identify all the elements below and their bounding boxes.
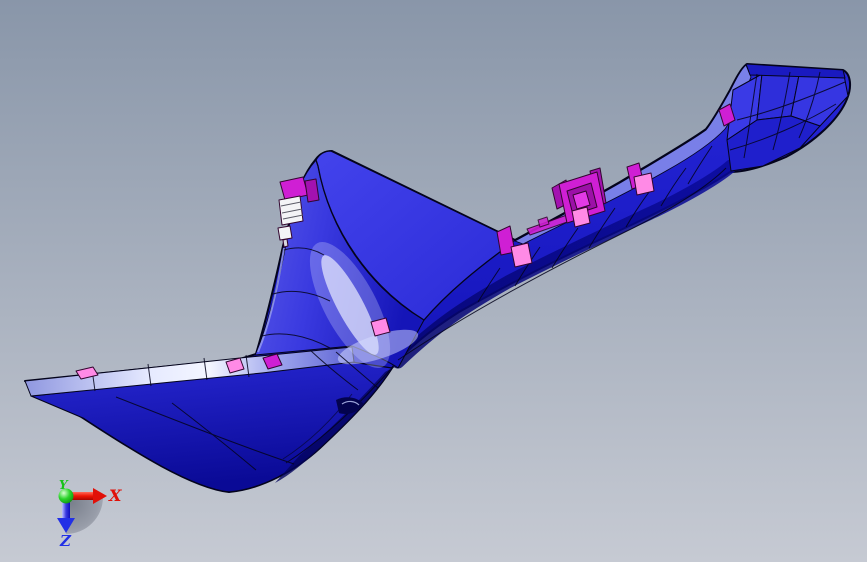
triad-origin-sphere [58, 488, 74, 504]
triad-z-label: Z [59, 532, 72, 550]
triad-quarter-disc [66, 497, 103, 534]
orientation-triad[interactable]: X Z Y [57, 478, 122, 550]
cad-scene: X Z Y [24, 63, 852, 550]
triad-y-axis[interactable]: Y [58, 478, 74, 504]
trim-panel-model[interactable] [24, 63, 852, 493]
triad-x-label: X [108, 486, 122, 505]
viewport-3d[interactable]: X Z Y [0, 0, 867, 562]
